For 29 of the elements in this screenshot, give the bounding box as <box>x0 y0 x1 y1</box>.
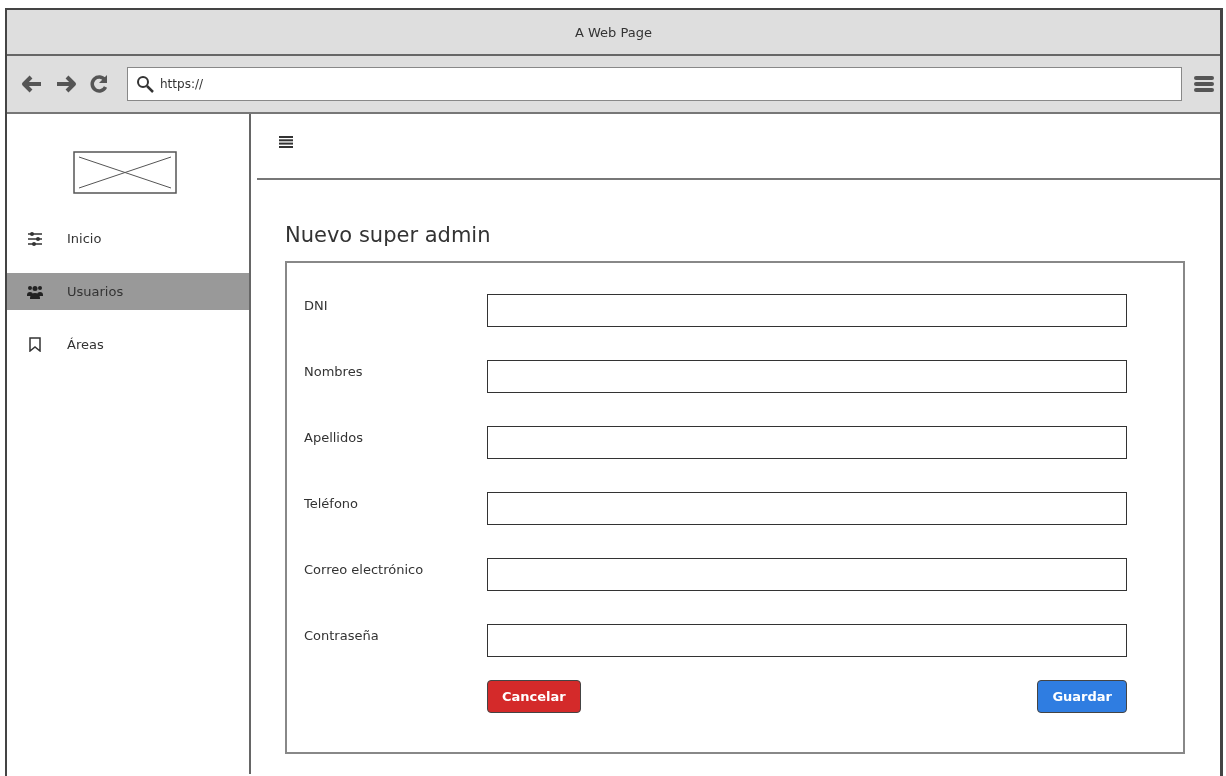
input-field[interactable] <box>487 624 1127 657</box>
menu-icon[interactable] <box>279 136 293 148</box>
input-field[interactable] <box>487 492 1127 525</box>
input-field[interactable] <box>487 360 1127 393</box>
sliders-icon <box>27 231 43 246</box>
field-label: Contraseña <box>304 627 380 643</box>
cancel-button[interactable]: Cancelar <box>487 680 581 713</box>
sidebar-item[interactable]: Usuarios <box>7 273 249 310</box>
input-field[interactable] <box>487 426 1127 459</box>
field-label: Teléfono <box>304 495 360 511</box>
sidebar-item[interactable]: Inicio <box>7 220 249 257</box>
bookmark-icon <box>29 337 41 352</box>
field-label: Apellidos <box>304 429 364 445</box>
sidebar-item[interactable]: Áreas <box>7 326 249 363</box>
address-field[interactable]: https:// <box>127 67 1182 101</box>
forward-icon[interactable] <box>55 75 77 93</box>
search-icon <box>136 75 154 93</box>
save-button[interactable]: Guardar <box>1037 680 1127 713</box>
users-icon <box>27 284 43 299</box>
input-field[interactable] <box>487 294 1127 327</box>
page-title: Nuevo super admin <box>285 223 491 247</box>
input-field[interactable] <box>487 558 1127 591</box>
field-label: Correo electrónico <box>304 561 425 577</box>
back-icon[interactable] <box>21 75 43 93</box>
reload-icon[interactable] <box>89 74 109 94</box>
window-title: A Web Page <box>7 10 1220 56</box>
field-label: Nombres <box>304 363 364 379</box>
field-label: DNI <box>304 297 329 313</box>
menu-icon[interactable] <box>1194 75 1214 93</box>
